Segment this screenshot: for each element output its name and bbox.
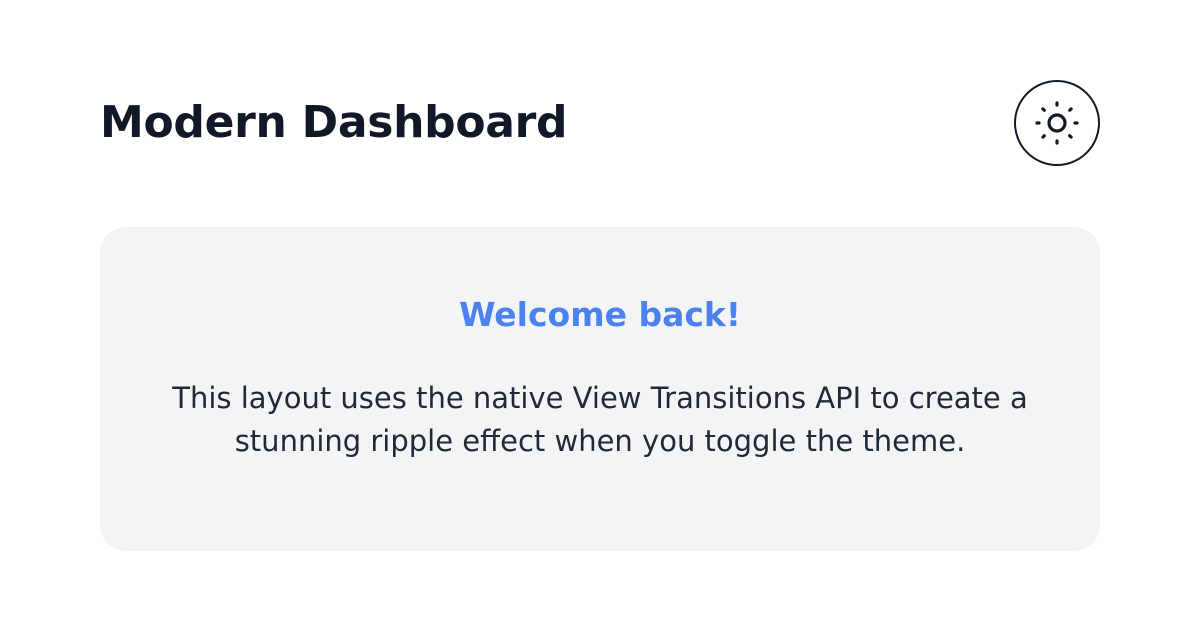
page-header: Modern Dashboard	[100, 78, 1100, 168]
theme-toggle-button[interactable]	[1014, 80, 1100, 166]
card-description: This layout uses the native View Transit…	[172, 381, 1028, 458]
welcome-card: Welcome back! This layout uses the nativ…	[100, 227, 1100, 551]
page-title: Modern Dashboard	[100, 97, 568, 148]
sun-icon	[1034, 100, 1080, 146]
card-title: Welcome back!	[459, 295, 741, 334]
